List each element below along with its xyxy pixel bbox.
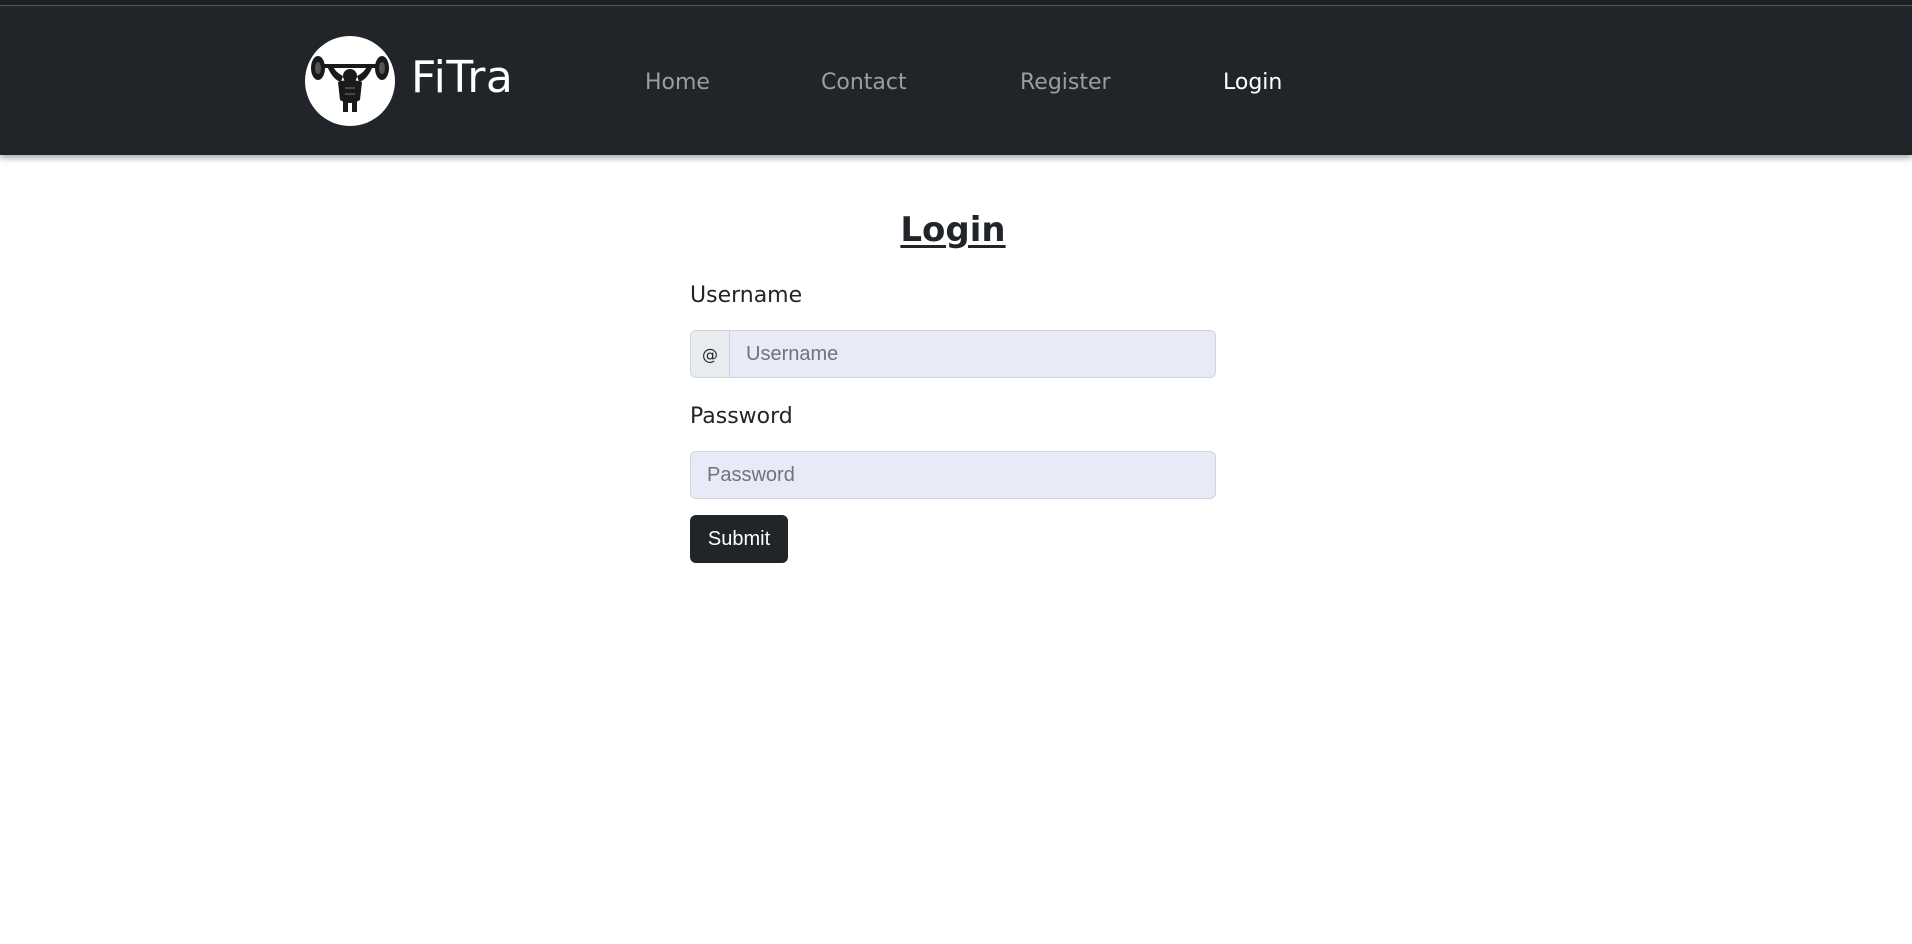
brand-name: FiTra (411, 52, 514, 103)
password-input[interactable] (690, 451, 1216, 499)
brand[interactable]: FiTra (305, 36, 513, 126)
username-input-group: @ (690, 330, 1216, 378)
submit-button[interactable]: Submit (690, 515, 788, 563)
page-title: Login (900, 210, 1006, 250)
login-form: Username @ Password Submit (690, 285, 1216, 563)
nav-link-contact[interactable]: Contact (821, 72, 907, 94)
nav-link-register[interactable]: Register (1020, 72, 1111, 94)
nav-link-home[interactable]: Home (645, 72, 710, 94)
weightlifter-logo-icon (305, 36, 395, 126)
at-sign-icon: @ (691, 331, 730, 377)
username-label: Username (690, 283, 803, 308)
password-label: Password (690, 404, 793, 429)
navbar: FiTra Home Contact Register Login (0, 6, 1912, 155)
username-input[interactable] (730, 331, 1215, 377)
nav-link-login[interactable]: Login (1223, 72, 1282, 94)
